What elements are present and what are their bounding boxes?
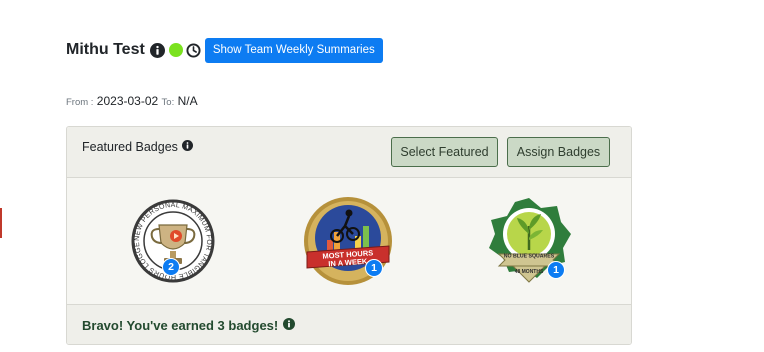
select-featured-button[interactable]: Select Featured [391, 137, 498, 167]
badge-line1: NO BLUE SQUARES [504, 254, 555, 260]
badges-earned-message: Bravo! You've earned 3 badges! [82, 318, 279, 333]
card-footer: Bravo! You've earned 3 badges! [67, 304, 631, 344]
date-range: From : 2023-03-02 To: N/A [66, 94, 198, 108]
clock-icon[interactable] [186, 42, 201, 58]
featured-badges-label: Featured Badges [82, 140, 178, 154]
badge-list: NEW PERSONAL MAXIMUM FOR TANGIBLE HOURS … [67, 178, 631, 304]
badge-count: 1 [365, 259, 383, 277]
from-date: 2023-03-02 [96, 94, 159, 108]
badge-line2: 48 MONTHS [515, 269, 544, 275]
most-hours-badge-image: MOST HOURS IN A WEEK [304, 197, 392, 285]
user-header: Mithu Test Show Team Weekly Summaries [66, 37, 383, 63]
badge-personal-maximum[interactable]: NEW PERSONAL MAXIMUM FOR TANGIBLE HOURS … [123, 194, 218, 285]
info-icon[interactable] [149, 42, 165, 58]
info-icon[interactable] [283, 317, 296, 335]
to-label: To: [161, 97, 175, 108]
badge-count: 1 [547, 261, 565, 279]
featured-badges-card: Featured Badges Select Featured Assign B… [66, 126, 632, 345]
badge-count: 2 [162, 258, 180, 276]
assign-badges-button[interactable]: Assign Badges [507, 137, 610, 167]
badge-no-blue-squares[interactable]: NO BLUE SQUARES 48 MONTHS 1 [483, 196, 575, 288]
badge-most-hours-in-week[interactable]: MOST HOURS IN A WEEK 1 [303, 196, 395, 288]
user-name: Mithu Test [66, 41, 145, 58]
card-header: Featured Badges Select Featured Assign B… [67, 127, 631, 178]
featured-badges-title: Featured Badges [82, 140, 193, 154]
show-team-weekly-summaries-button[interactable]: Show Team Weekly Summaries [204, 37, 383, 63]
info-icon[interactable] [181, 140, 193, 154]
from-label: From : [66, 97, 94, 108]
status-indicator [168, 43, 183, 57]
to-date: N/A [177, 94, 198, 108]
left-edge-marker [0, 208, 2, 238]
